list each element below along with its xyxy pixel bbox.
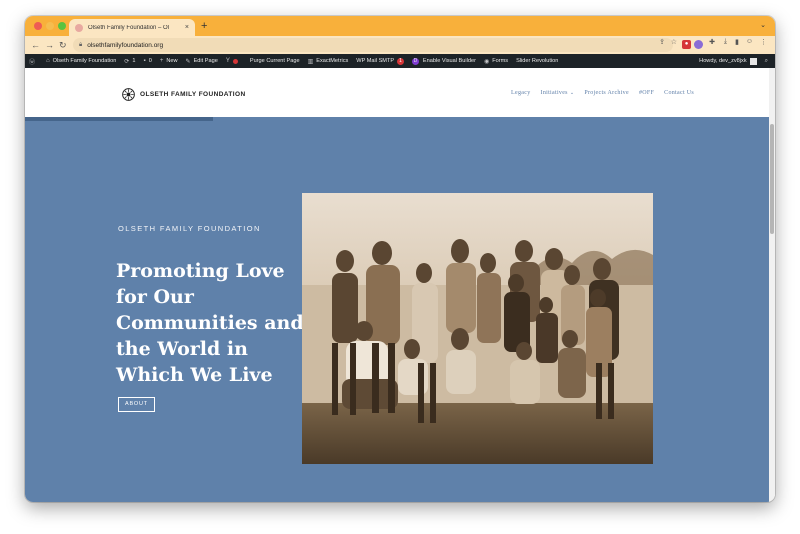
admin-wpmail-label: WP Mail SMTP bbox=[356, 58, 395, 64]
tab-close-icon[interactable]: × bbox=[185, 24, 189, 31]
bookmark-star-icon[interactable]: ☆ bbox=[671, 38, 677, 46]
nav-item-off[interactable]: #OFF bbox=[639, 90, 654, 96]
admin-site-name[interactable]: ⌂ Olseth Family Foundation bbox=[46, 58, 116, 64]
address-bar[interactable]: 🔒︎ olsethfamilyfoundation.org bbox=[73, 38, 673, 52]
new-tab-button[interactable]: + bbox=[201, 19, 207, 33]
wp-admin-bar: ⓦ ⌂ Olseth Family Foundation ⟳ 1 ▪ 0 + N… bbox=[25, 54, 775, 68]
scrollbar-thumb[interactable] bbox=[770, 124, 774, 234]
updates-icon: ⟳ bbox=[124, 58, 130, 65]
plus-icon: + bbox=[159, 58, 164, 64]
admin-site-name-label: Olseth Family Foundation bbox=[52, 58, 117, 64]
avatar[interactable] bbox=[749, 57, 757, 65]
family-photo bbox=[302, 193, 653, 464]
admin-exactmetrics-label: ExactMetrics bbox=[316, 58, 349, 64]
admin-edit-label: Edit Page bbox=[193, 58, 218, 64]
comment-icon: ▪ bbox=[143, 58, 146, 64]
hero-section: OLSETH FAMILY FOUNDATION Promoting Love … bbox=[25, 117, 769, 502]
status-dot bbox=[232, 58, 238, 64]
pencil-icon: ✎ bbox=[185, 58, 191, 65]
scrollbar[interactable] bbox=[769, 68, 775, 502]
site-logo[interactable]: OLSETH FAMILY FOUNDATION bbox=[122, 88, 246, 101]
admin-comments[interactable]: ▪ 0 bbox=[144, 58, 152, 64]
maximize-window-button[interactable] bbox=[58, 22, 66, 30]
browser-tab[interactable]: Olseth Family Foundation – Ol × bbox=[69, 19, 195, 36]
lock-icon: 🔒︎ bbox=[79, 41, 83, 48]
bar-chart-icon: ▥ bbox=[307, 58, 314, 65]
tab-strip: Olseth Family Foundation – Ol × + ⌄ bbox=[25, 16, 775, 36]
hero-accent-bar bbox=[25, 117, 213, 121]
divi-icon: D bbox=[411, 57, 419, 65]
main-nav: Legacy Initiatives ⌄ Projects Archive #OF… bbox=[501, 90, 694, 96]
forms-icon: ◉ bbox=[483, 58, 490, 65]
nav-item-initiatives[interactable]: Initiatives ⌄ bbox=[541, 90, 575, 96]
extension-icon[interactable]: ● bbox=[682, 40, 691, 49]
admin-yoast[interactable]: Y bbox=[226, 58, 242, 64]
admin-forms-label: Forms bbox=[492, 58, 509, 64]
admin-purge[interactable]: Purge Current Page bbox=[250, 58, 300, 64]
comments-count: 0 bbox=[148, 58, 152, 64]
download-icon[interactable]: ⤓ bbox=[724, 38, 727, 46]
reload-icon[interactable]: ↻ bbox=[59, 39, 67, 51]
notification-badge: 1 bbox=[397, 57, 404, 65]
tab-search-icon[interactable]: ⌄ bbox=[760, 21, 766, 29]
search-icon[interactable]: ⌕ bbox=[765, 58, 768, 65]
puzzle-icon[interactable]: ✚ bbox=[709, 38, 715, 46]
dashboard-icon: ⌂ bbox=[46, 58, 50, 64]
logo-text: OLSETH FAMILY FOUNDATION bbox=[140, 91, 246, 98]
profile-icon[interactable]: ☺ bbox=[746, 38, 753, 45]
favicon-icon bbox=[75, 23, 83, 32]
admin-new-label: New bbox=[166, 58, 178, 64]
url-text: olsethfamilyfoundation.org bbox=[87, 41, 164, 49]
back-icon[interactable]: ← bbox=[31, 39, 40, 51]
nav-item-initiatives-label: Initiatives bbox=[540, 90, 568, 96]
admin-purge-label: Purge Current Page bbox=[249, 58, 300, 64]
admin-forms[interactable]: ◉ Forms bbox=[484, 58, 508, 65]
admin-slider-label: Slider Revolution bbox=[516, 58, 559, 64]
browser-toolbar: ← → ↻ 🔒︎ olsethfamilyfoundation.org ⇪ ☆ … bbox=[25, 36, 775, 54]
admin-updates[interactable]: ⟳ 1 bbox=[124, 58, 135, 65]
chevron-down-icon: ⌄ bbox=[569, 91, 575, 96]
site-header: OLSETH FAMILY FOUNDATION Legacy Initiati… bbox=[25, 68, 769, 117]
admin-edit-page[interactable]: ✎ Edit Page bbox=[186, 58, 218, 65]
yoast-icon: Y bbox=[225, 58, 230, 64]
share-icon[interactable]: ⇪ bbox=[659, 38, 665, 46]
forward-icon[interactable]: → bbox=[45, 39, 54, 51]
nav-item-projects-archive[interactable]: Projects Archive bbox=[584, 90, 629, 96]
extension-icon[interactable] bbox=[694, 40, 703, 49]
close-window-button[interactable] bbox=[34, 22, 42, 30]
admin-howdy[interactable]: Howdy, dev_zv8jxk bbox=[699, 58, 746, 64]
about-button[interactable]: ABOUT bbox=[118, 397, 155, 412]
nav-item-contact[interactable]: Contact Us bbox=[664, 90, 694, 96]
admin-visual-builder[interactable]: D Enable Visual Builder bbox=[411, 57, 476, 65]
minimize-window-button[interactable] bbox=[46, 22, 54, 30]
admin-new[interactable]: + New bbox=[160, 58, 178, 64]
admin-slider[interactable]: Slider Revolution bbox=[516, 58, 558, 64]
sidepanel-icon[interactable]: ▮ bbox=[735, 38, 739, 46]
hero-kicker: OLSETH FAMILY FOUNDATION bbox=[118, 224, 261, 233]
tab-title: Olseth Family Foundation – Ol bbox=[88, 24, 170, 31]
updates-count: 1 bbox=[132, 58, 136, 64]
browser-window: Olseth Family Foundation – Ol × + ⌄ ← → … bbox=[25, 16, 775, 502]
admin-wpmail[interactable]: WP Mail SMTP 1 bbox=[356, 57, 404, 65]
nav-item-legacy[interactable]: Legacy bbox=[511, 90, 530, 96]
admin-exactmetrics[interactable]: ▥ ExactMetrics bbox=[308, 58, 349, 65]
menu-icon[interactable]: ⋮ bbox=[760, 38, 767, 46]
hero-heading: Promoting Love for Our Communities and t… bbox=[116, 260, 304, 386]
admin-visual-builder-label: Enable Visual Builder bbox=[422, 58, 476, 64]
wp-logo-icon[interactable]: ⓦ bbox=[29, 57, 38, 66]
logo-icon bbox=[122, 88, 135, 101]
